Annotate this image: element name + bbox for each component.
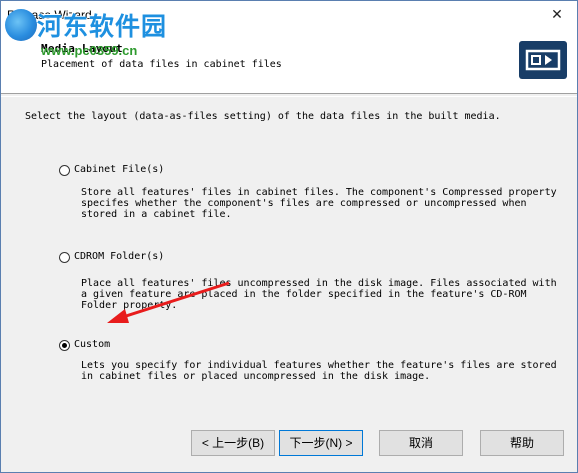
option-label[interactable]: Custom [74,339,110,350]
window-title: Release Wizard [7,8,92,22]
back-button[interactable]: < 上一步(B) [191,430,275,456]
help-button[interactable]: 帮助 [480,430,564,456]
header-divider [1,93,577,97]
title-bar: Release Wizard ✕ [1,1,577,29]
close-button[interactable]: ✕ [547,5,567,25]
cancel-button[interactable]: 取消 [379,430,463,456]
page-title: Media Layout [41,42,123,55]
radio-cdrom-folders[interactable] [59,252,70,263]
button-bar: < 上一步(B) 下一步(N) > 取消 帮助 [1,424,577,464]
release-wizard-window: Release Wizard ✕ Media Layout Placement … [0,0,578,473]
option-description: Lets you specify for individual features… [81,360,557,382]
option-description: Place all features' files uncompressed i… [81,278,557,311]
next-button[interactable]: 下一步(N) > [279,430,363,456]
radio-custom[interactable] [59,340,70,351]
option-label[interactable]: Cabinet File(s) [74,164,164,175]
radio-cabinet-files[interactable] [59,165,70,176]
media-logo-icon [519,41,567,79]
page-subtitle: Placement of data files in cabinet files [41,59,282,70]
wizard-header: Media Layout Placement of data files in … [1,29,577,93]
instruction-text: Select the layout (data-as-files setting… [25,111,501,122]
option-description: Store all features' files in cabinet fil… [81,187,557,220]
option-label[interactable]: CDROM Folder(s) [74,251,164,262]
